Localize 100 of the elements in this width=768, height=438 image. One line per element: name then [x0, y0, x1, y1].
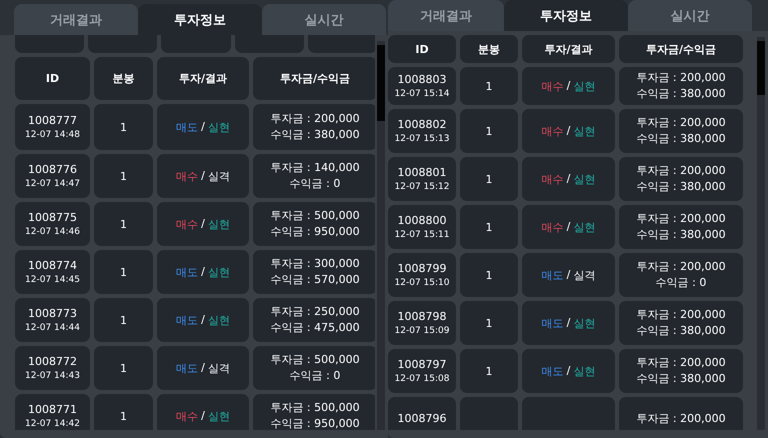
- trade-result: 실현: [208, 216, 230, 232]
- invest-amount: 투자금 : 300,000: [270, 256, 360, 272]
- trade-id: 1008800: [398, 212, 446, 228]
- trade-id: 1008796: [398, 411, 446, 427]
- candle-interval: 1: [486, 316, 492, 330]
- profit-amount: 수익금 : 950,000: [270, 416, 360, 430]
- trade-id: 1008803: [398, 72, 446, 88]
- trade-id: 1008777: [28, 112, 77, 128]
- tab[interactable]: 실시간: [628, 0, 752, 31]
- trade-id: 1008773: [28, 306, 77, 322]
- trade-id: 1008798: [398, 308, 446, 324]
- profit-amount: 수익금 : 380,000: [636, 131, 726, 147]
- trade-side: 매수: [176, 216, 198, 232]
- trade-time: 12-07 15:10: [394, 276, 450, 290]
- profit-amount: 수익금 : 475,000: [270, 320, 360, 336]
- scrollbar[interactable]: [757, 37, 765, 430]
- trade-side: 매도: [542, 364, 564, 378]
- invest-amount: 투자금 : 500,000: [270, 208, 360, 224]
- candle-interval: 1: [120, 120, 127, 134]
- filter-button[interactable]: [308, 35, 375, 53]
- trade-result: 실현: [208, 120, 230, 134]
- separator: /: [201, 312, 205, 328]
- trade-id: 1008775: [28, 210, 77, 226]
- trade-side: 매수: [176, 408, 198, 424]
- column-header: ID: [388, 35, 456, 63]
- filter-button[interactable]: [88, 35, 158, 53]
- invest-amount: 투자금 : 200,000: [636, 307, 726, 323]
- separator: /: [201, 120, 205, 134]
- tab[interactable]: 거래결과: [388, 0, 504, 31]
- filter-button[interactable]: [15, 35, 84, 53]
- trade-time: 12-07 15:09: [394, 324, 450, 338]
- invest-amount: 투자금 : 500,000: [270, 400, 360, 416]
- tab[interactable]: 실시간: [262, 4, 386, 35]
- trade-time: 12-07 15:11: [394, 228, 450, 242]
- trade-id: 1008774: [28, 258, 77, 274]
- scrollbar[interactable]: [377, 41, 385, 430]
- invest-amount: 투자금 : 200,000: [636, 355, 726, 371]
- tab[interactable]: 투자정보: [138, 4, 262, 35]
- trade-result: 실현: [573, 316, 596, 330]
- trade-time: 12-07 15:14: [394, 88, 450, 100]
- trade-result: 실현: [573, 220, 596, 234]
- trade-result: 실격: [208, 168, 230, 184]
- invest-amount: 투자금 : 200,000: [636, 115, 726, 131]
- trade-time: 12-07 15:13: [394, 132, 450, 146]
- column-header: 투자/결과: [522, 35, 615, 63]
- trade-id: 1008802: [398, 116, 446, 132]
- tab[interactable]: 거래결과: [14, 4, 138, 35]
- filter-button[interactable]: [161, 35, 231, 53]
- trade-time: 12-07 14:48: [25, 128, 80, 142]
- trade-id: 1008799: [398, 260, 446, 276]
- candle-interval: 1: [486, 364, 492, 378]
- separator: /: [566, 124, 570, 138]
- candle-interval: 1: [486, 220, 492, 234]
- invest-amount: 투자금 : 500,000: [270, 352, 360, 368]
- candle-interval: 1: [120, 362, 127, 374]
- trade-time: 12-07 14:47: [25, 178, 80, 190]
- invest-amount: 투자금 : 250,000: [270, 304, 360, 320]
- profit-amount: 수익금 : 380,000: [270, 127, 360, 143]
- trade-id: 1008772: [28, 354, 77, 370]
- separator: /: [566, 220, 570, 234]
- column-header: ID: [15, 57, 90, 100]
- candle-interval: 1: [486, 268, 492, 282]
- trade-result: 실현: [208, 312, 230, 328]
- trade-id: 1008771: [28, 402, 77, 418]
- candle-interval: 1: [120, 218, 127, 230]
- column-header: 투자/결과: [157, 57, 249, 100]
- trade-id: 1008801: [398, 164, 446, 180]
- profit-amount: 수익금 : 380,000: [636, 371, 726, 387]
- invest-amount: 투자금 : 140,000: [270, 160, 360, 176]
- column-header: 투자금/수익금: [619, 35, 743, 63]
- separator: /: [566, 316, 570, 330]
- filter-button[interactable]: [234, 35, 304, 53]
- trade-time: 12-07 14:43: [25, 370, 80, 382]
- trade-result: 실격: [573, 268, 596, 282]
- profit-amount: 수익금 : 380,000: [636, 227, 726, 243]
- trade-side: 매도: [176, 360, 198, 376]
- invest-amount: 투자금 : 200,000: [636, 70, 726, 86]
- trade-time: 12-07 14:42: [25, 418, 80, 430]
- trade-time: 12-07 14:44: [25, 322, 80, 334]
- trade-result: 실현: [573, 172, 596, 186]
- trade-time: 12-07 15:12: [394, 180, 450, 194]
- invest-amount: 투자금 : 200,000: [636, 259, 726, 275]
- trade-result: 실현: [208, 264, 230, 280]
- trade-side: 매도: [176, 312, 198, 328]
- trade-id: 1008776: [28, 162, 77, 178]
- candle-interval: 1: [120, 266, 127, 278]
- trade-side: 매수: [542, 124, 564, 138]
- trade-side: 매도: [176, 264, 198, 280]
- profit-amount: 수익금 : 950,000: [270, 224, 360, 240]
- trade-time: 12-07 14:46: [25, 226, 80, 238]
- trade-time: 12-07 15:08: [394, 372, 450, 386]
- profit-amount: 수익금 : 380,000: [636, 86, 726, 102]
- trade-result: 실현: [573, 78, 596, 94]
- separator: /: [566, 172, 570, 186]
- tab[interactable]: 투자정보: [504, 0, 628, 31]
- trade-result: 실현: [208, 408, 230, 424]
- profit-amount: 수익금 : 380,000: [636, 323, 726, 339]
- trade-side: 매도: [176, 120, 198, 134]
- separator: /: [201, 360, 205, 376]
- separator: /: [201, 408, 205, 424]
